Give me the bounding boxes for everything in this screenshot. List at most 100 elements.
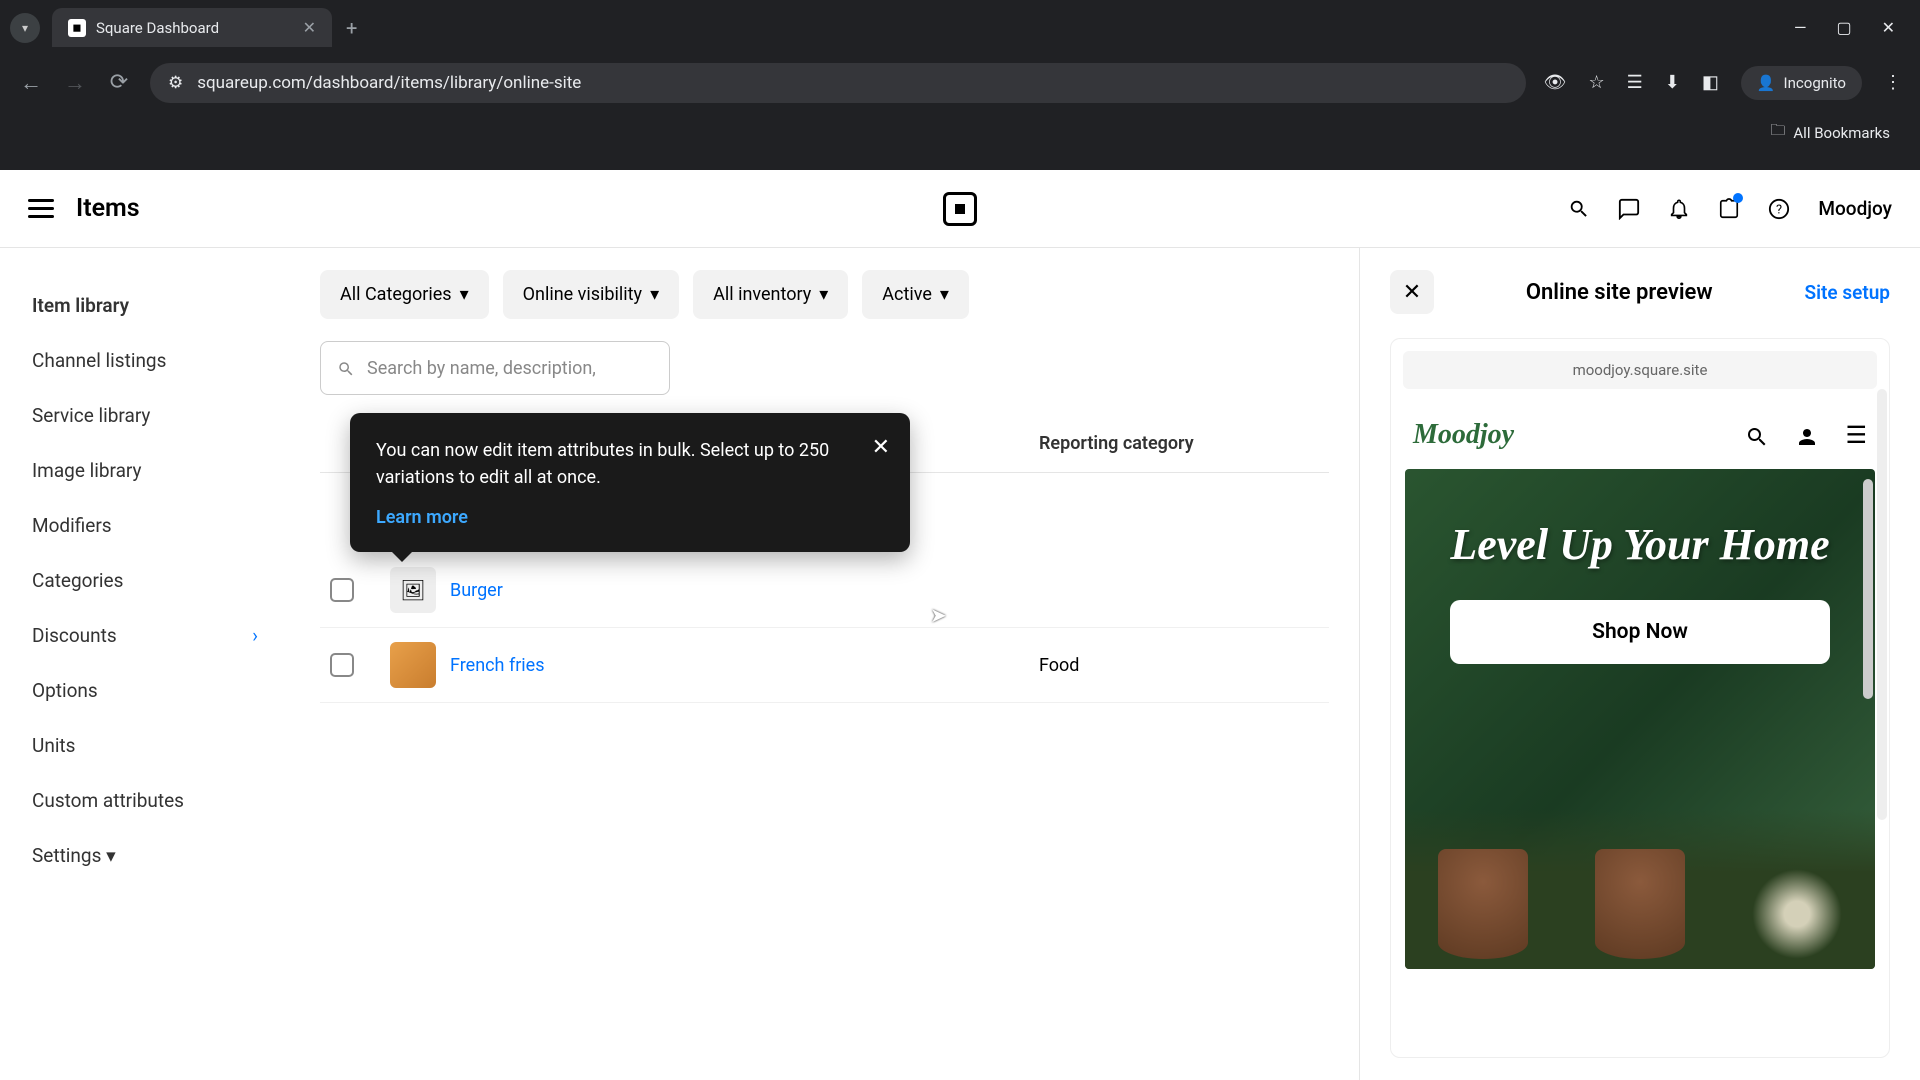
favicon-icon: ◼ xyxy=(68,19,86,37)
chevron-down-icon: ▾ xyxy=(650,284,659,305)
close-window-icon[interactable]: ✕ xyxy=(1882,18,1895,37)
browser-tab[interactable]: ◼ Square Dashboard ✕ xyxy=(52,8,332,47)
menu-icon[interactable]: ⋮ xyxy=(1884,72,1902,93)
help-icon[interactable]: ? xyxy=(1768,196,1790,221)
all-bookmarks-link[interactable]: All Bookmarks xyxy=(1793,124,1890,142)
sidebar-item-label: Modifiers xyxy=(32,514,112,537)
item-category: Food xyxy=(1039,655,1319,676)
menu-button[interactable] xyxy=(28,199,54,218)
sidebar-item-label: Service library xyxy=(32,404,150,427)
sidebar-item-channel-listings[interactable]: Channel listings xyxy=(0,333,290,388)
forward-button[interactable]: → xyxy=(62,70,88,96)
filter-bar: All Categories▾ Online visibility ▾ All i… xyxy=(320,270,1329,319)
side-panel-icon[interactable]: ◧ xyxy=(1702,72,1719,93)
table-row[interactable]: 🖼 Burger xyxy=(320,553,1329,628)
preview-header: ✕ Online site preview Site setup xyxy=(1390,270,1890,314)
app-body: Item library Channel listings Service li… xyxy=(0,248,1920,1080)
chevron-down-icon: ▾ xyxy=(460,284,469,305)
scrollbar[interactable] xyxy=(1877,389,1887,820)
site-preview-content: Moodjoy ☰ Level Up Your Home Shop Now xyxy=(1391,401,1889,1058)
filter-status[interactable]: Active▾ xyxy=(862,270,969,319)
chat-icon[interactable] xyxy=(1618,196,1640,221)
sidebar-item-modifiers[interactable]: Modifiers xyxy=(0,498,290,553)
sidebar-item-settings[interactable]: Settings ▾ xyxy=(0,828,290,883)
sidebar-item-image-library[interactable]: Image library xyxy=(0,443,290,498)
search-input[interactable]: Search by name, description, xyxy=(320,341,670,395)
filter-inventory[interactable]: All inventory▾ xyxy=(693,270,848,319)
hero-title: Level Up Your Home xyxy=(1429,519,1851,572)
sidebar: Item library Channel listings Service li… xyxy=(0,248,290,1080)
site-menu-icon[interactable]: ☰ xyxy=(1845,421,1867,449)
sidebar-item-label: Units xyxy=(32,734,75,757)
learn-more-link[interactable]: Learn more xyxy=(376,507,468,528)
incognito-label: Incognito xyxy=(1784,74,1846,92)
sidebar-item-service-library[interactable]: Service library xyxy=(0,388,290,443)
sidebar-item-label: Settings xyxy=(32,844,101,867)
sidebar-item-discounts[interactable]: Discounts› xyxy=(0,608,290,663)
sidebar-item-categories[interactable]: Categories xyxy=(0,553,290,608)
maximize-icon[interactable]: ▢ xyxy=(1836,18,1851,37)
plant-image xyxy=(1595,849,1685,959)
clipboard-icon[interactable] xyxy=(1718,196,1740,221)
downloads-icon[interactable]: ⬇ xyxy=(1665,72,1680,93)
column-reporting-category[interactable]: Reporting category xyxy=(1039,433,1319,454)
search-icon[interactable] xyxy=(1568,196,1590,221)
site-search-icon[interactable] xyxy=(1745,421,1769,449)
close-preview-button[interactable]: ✕ xyxy=(1390,270,1434,314)
bookmark-bar: 🗀 All Bookmarks xyxy=(0,110,1920,155)
item-name-link[interactable]: Burger xyxy=(450,580,1039,601)
filter-label: Online visibility xyxy=(523,284,642,305)
address-bar[interactable]: ⚙ squareup.com/dashboard/items/library/o… xyxy=(150,63,1526,103)
window-controls: — ▢ ✕ xyxy=(1794,18,1920,37)
svg-text:?: ? xyxy=(1776,203,1782,218)
inner-scrollbar[interactable] xyxy=(1863,479,1873,699)
item-name-link[interactable]: French fries xyxy=(450,655,1039,676)
tab-title: Square Dashboard xyxy=(96,19,219,37)
reading-list-icon[interactable]: ☰ xyxy=(1627,72,1643,93)
cursor-icon: ➤ xyxy=(930,603,947,627)
row-checkbox[interactable] xyxy=(330,578,354,602)
url-text: squareup.com/dashboard/items/library/onl… xyxy=(197,73,581,93)
preview-frame: moodjoy.square.site Moodjoy ☰ Level Up Y… xyxy=(1390,338,1890,1058)
close-tab-icon[interactable]: ✕ xyxy=(303,18,316,37)
site-settings-icon[interactable]: ⚙ xyxy=(168,73,183,93)
back-button[interactable]: ← xyxy=(18,70,44,96)
search-placeholder: Search by name, description, xyxy=(367,358,596,379)
sidebar-item-item-library[interactable]: Item library xyxy=(0,278,290,333)
bell-icon[interactable] xyxy=(1668,196,1690,221)
sidebar-item-options[interactable]: Options xyxy=(0,663,290,718)
filter-label: Active xyxy=(882,284,932,305)
site-logo[interactable]: Moodjoy xyxy=(1413,419,1514,451)
sidebar-item-units[interactable]: Units xyxy=(0,718,290,773)
sidebar-item-label: Options xyxy=(32,679,98,702)
filter-categories[interactable]: All Categories▾ xyxy=(320,270,489,319)
minimize-icon[interactable]: — xyxy=(1794,18,1807,37)
folder-icon: 🗀 xyxy=(1770,120,1785,145)
eye-off-icon[interactable]: 👁 xyxy=(1544,72,1567,93)
site-setup-link[interactable]: Site setup xyxy=(1804,281,1890,304)
sidebar-item-label: Image library xyxy=(32,459,142,482)
row-checkbox[interactable] xyxy=(330,653,354,677)
browser-chrome: ▾ ◼ Square Dashboard ✕ + — ▢ ✕ ← → ⟳ ⚙ s… xyxy=(0,0,1920,170)
notification-dot xyxy=(1733,193,1743,203)
shop-now-button[interactable]: Shop Now xyxy=(1450,600,1830,664)
reload-button[interactable]: ⟳ xyxy=(106,70,132,95)
user-menu[interactable]: Moodjoy xyxy=(1818,197,1892,220)
sidebar-item-label: Custom attributes xyxy=(32,789,184,812)
close-tooltip-button[interactable]: ✕ xyxy=(872,435,890,460)
incognito-icon: 👤 xyxy=(1757,74,1776,92)
preview-title: Online site preview xyxy=(1454,280,1784,305)
sidebar-item-label: Categories xyxy=(32,569,123,592)
square-logo-icon[interactable] xyxy=(943,192,977,226)
tab-search-button[interactable]: ▾ xyxy=(10,13,40,43)
sidebar-item-custom-attributes[interactable]: Custom attributes xyxy=(0,773,290,828)
table-row[interactable]: French fries Food xyxy=(320,628,1329,703)
site-user-icon[interactable] xyxy=(1795,421,1819,449)
app-header: Items ? Moodjoy xyxy=(0,170,1920,248)
plant-image xyxy=(1438,849,1528,959)
new-tab-button[interactable]: + xyxy=(346,16,357,40)
sidebar-item-label: Discounts xyxy=(32,624,117,647)
filter-visibility[interactable]: Online visibility ▾ xyxy=(503,270,679,319)
incognito-chip[interactable]: 👤 Incognito xyxy=(1741,66,1862,100)
bookmark-star-icon[interactable]: ☆ xyxy=(1588,72,1604,93)
